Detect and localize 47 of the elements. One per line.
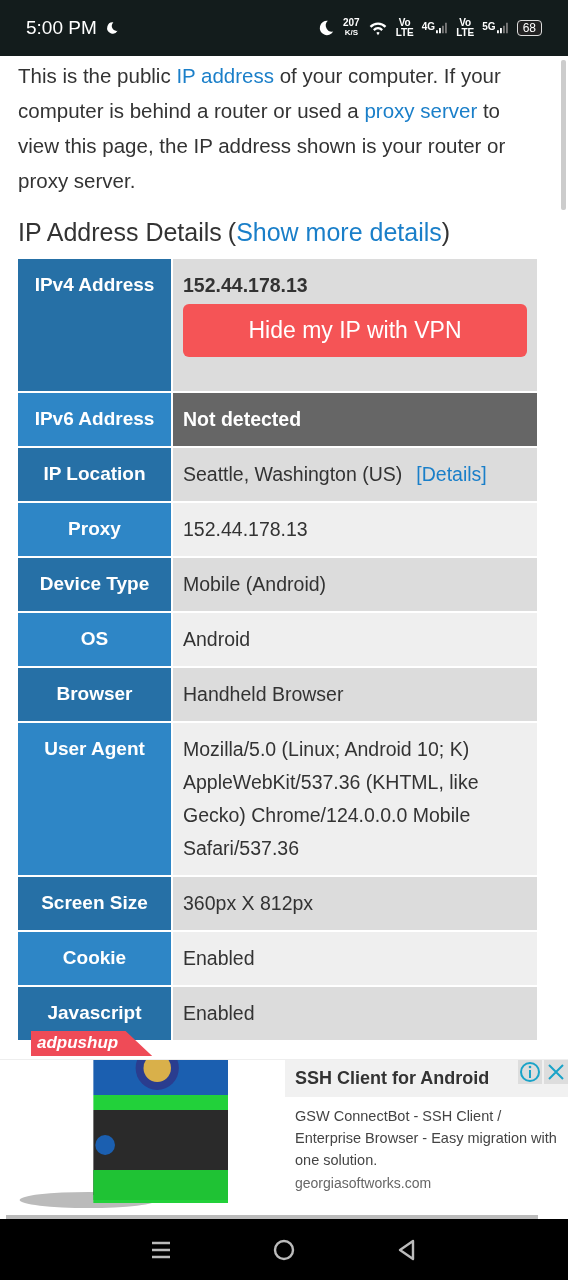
lte-label: LTE (395, 28, 414, 38)
moon-icon (104, 21, 119, 35)
details-link[interactable]: [Details] (416, 458, 487, 491)
value-text: Handheld Browser (183, 682, 344, 707)
value-text: Seattle, Washington (US) (183, 462, 403, 487)
value-text: 360px X 812px (183, 891, 314, 916)
network-type: 4G (421, 21, 436, 32)
show-more-link[interactable]: Show more details (236, 218, 442, 246)
value-text: Android (183, 627, 251, 652)
value-text: Not detected (183, 407, 302, 432)
paren: ( (227, 218, 237, 246)
value-text: 152.44.178.13 (183, 517, 308, 542)
clock-time: 5:00 PM (26, 17, 97, 39)
volte-label: Vo (398, 18, 411, 28)
value-text: Mozilla/5.0 (Linux; Android 10; K) AppleWebKit/537.36 (KHTML, like Gecko) Chrome/124.0.0.0 Mobile Safari/537.36 (183, 737, 480, 861)
ad-domain: georgiasoftworks.com (295, 1175, 433, 1191)
value-text: Enabled (183, 946, 255, 971)
row-header-cell: Device Type (18, 558, 173, 611)
ip-value: 152.44.178.13 (183, 273, 308, 298)
value-text: Enabled (183, 1001, 255, 1026)
ad-description: GSW ConnectBot - SSH Client / Enterprise Browser - Easy migration with one solution. (295, 1107, 558, 1170)
lte-label: LTE (456, 28, 475, 38)
text-link[interactable]: IP address (176, 64, 274, 87)
signal-icon (496, 21, 509, 35)
intro-paragraph: This is the public IP address of your computer. If your computer is behind a router or used a proxy server to view this page, the IP address shown is your router or proxy server. (18, 63, 507, 194)
row-header-cell: User Agent (18, 723, 173, 875)
row-header-cell: Screen Size (18, 877, 173, 930)
row-header-cell: Cookie (18, 932, 173, 985)
home-icon[interactable] (272, 1237, 296, 1262)
section-heading: IP Address Details (18, 218, 222, 246)
row-header-cell: OS (18, 613, 173, 666)
value-text: Mobile (Android) (183, 572, 327, 597)
network-speed: 207 (342, 18, 360, 28)
signal-icon (436, 21, 449, 35)
text-link[interactable]: proxy server (364, 99, 478, 122)
scrollbar[interactable] (561, 60, 566, 210)
paren: ) (441, 218, 451, 246)
speed-unit: K/S (344, 28, 358, 38)
volte-label: Vo (459, 18, 472, 28)
row-header-cell: Browser (18, 668, 173, 721)
row-header-cell: IPv4 Address (18, 259, 173, 391)
network-type: 5G (482, 21, 496, 32)
row-header-cell: Proxy (18, 503, 173, 556)
row-header-cell: IPv6 Address (18, 393, 173, 446)
vpn-button[interactable]: Hide my IP with VPN (183, 304, 527, 357)
row-header-cell: IP Location (18, 448, 173, 501)
battery-indicator: 68 (516, 20, 542, 36)
